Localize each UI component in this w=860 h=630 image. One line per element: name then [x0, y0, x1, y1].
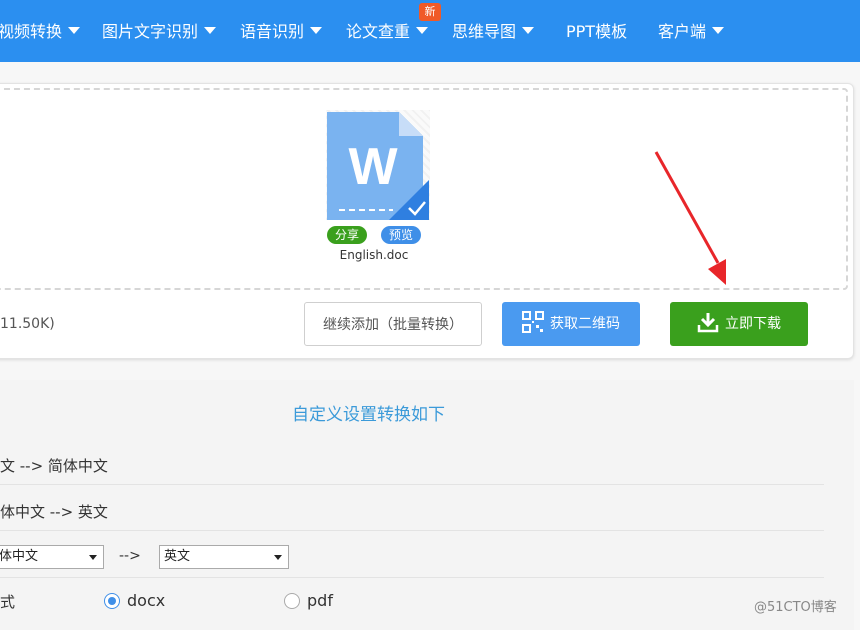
new-badge: 新 [419, 3, 441, 21]
download-icon [697, 313, 719, 333]
file-name: English.doc [339, 248, 409, 262]
nav-item-client[interactable]: 客户端 [658, 0, 725, 62]
nav-item-mind-map[interactable]: 思维导图 [452, 0, 535, 62]
settings-title: 自定义设置转换如下 [292, 405, 445, 425]
target-language-select[interactable]: 英文 [159, 545, 289, 569]
continue-add-button[interactable]: 继续添加（批量转换） [304, 302, 482, 346]
svg-text:W: W [348, 138, 398, 196]
preview-button[interactable]: 预览 [381, 226, 421, 244]
row-divider [0, 484, 824, 485]
caret-down-icon [310, 27, 323, 34]
nav-item-speech-recognition[interactable]: 语音识别 [240, 0, 323, 62]
download-now-button[interactable]: 立即下载 [670, 302, 808, 346]
format-radio-docx[interactable] [104, 593, 120, 609]
caret-down-icon [204, 27, 217, 34]
format-label-pdf[interactable]: pdf [307, 591, 333, 610]
red-arrow-annotation [654, 151, 726, 285]
row-divider [0, 577, 824, 578]
dropdown-arrow-icon [274, 555, 282, 560]
row-divider [0, 530, 824, 531]
share-button[interactable]: 分享 [327, 226, 367, 244]
nav-item-ppt-templates[interactable]: PPT模板 [566, 0, 627, 62]
watermark-text: @51CTO博客 [754, 600, 837, 615]
qr-code-icon [522, 311, 544, 333]
output-format-label: 式 [0, 593, 16, 611]
nav-item-plagiarism-check[interactable]: 论文查重 [346, 0, 429, 62]
caret-down-icon [712, 27, 725, 34]
top-nav: 视频转换 图片文字识别 语音识别 论文查重 新 思维导图 PPT模板 客户端 [0, 0, 860, 62]
source-language-select[interactable]: 体中文 [0, 545, 104, 569]
format-radio-pdf[interactable] [284, 593, 300, 609]
format-label-docx[interactable]: docx [127, 591, 165, 610]
word-document-icon[interactable]: W [327, 112, 429, 220]
dropdown-arrow-icon [89, 555, 97, 560]
nav-item-image-ocr[interactable]: 图片文字识别 [102, 0, 217, 62]
nav-item-video-convert[interactable]: 视频转换 [0, 0, 81, 62]
translate-option-row-2[interactable]: 体中文 --> 英文 [0, 501, 108, 522]
get-qr-code-button[interactable]: 获取二维码 [502, 302, 640, 346]
caret-down-icon [522, 27, 535, 34]
translate-option-row-1[interactable]: 文 --> 简体中文 [0, 455, 108, 476]
caret-down-icon [416, 27, 429, 34]
file-size-text: 11.50K) [0, 316, 55, 332]
language-arrow-text: --> [119, 548, 141, 564]
caret-down-icon [68, 27, 81, 34]
